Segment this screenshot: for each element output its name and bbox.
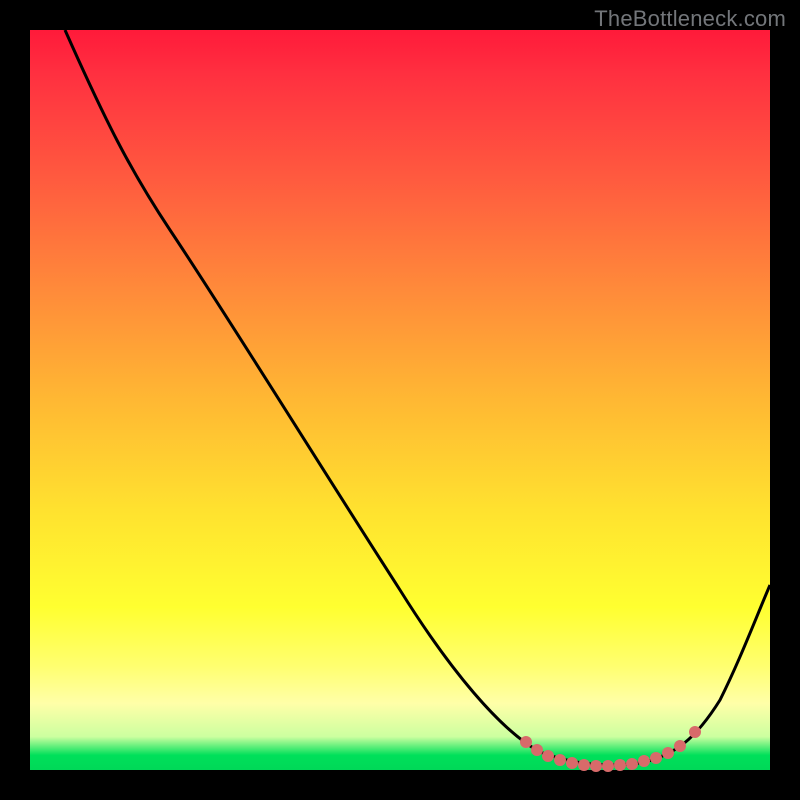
bottleneck-curve	[30, 30, 770, 770]
curve-path	[65, 30, 770, 765]
plot-area	[30, 30, 770, 770]
watermark-text: TheBottleneck.com	[594, 6, 786, 32]
chart-frame	[30, 30, 770, 770]
